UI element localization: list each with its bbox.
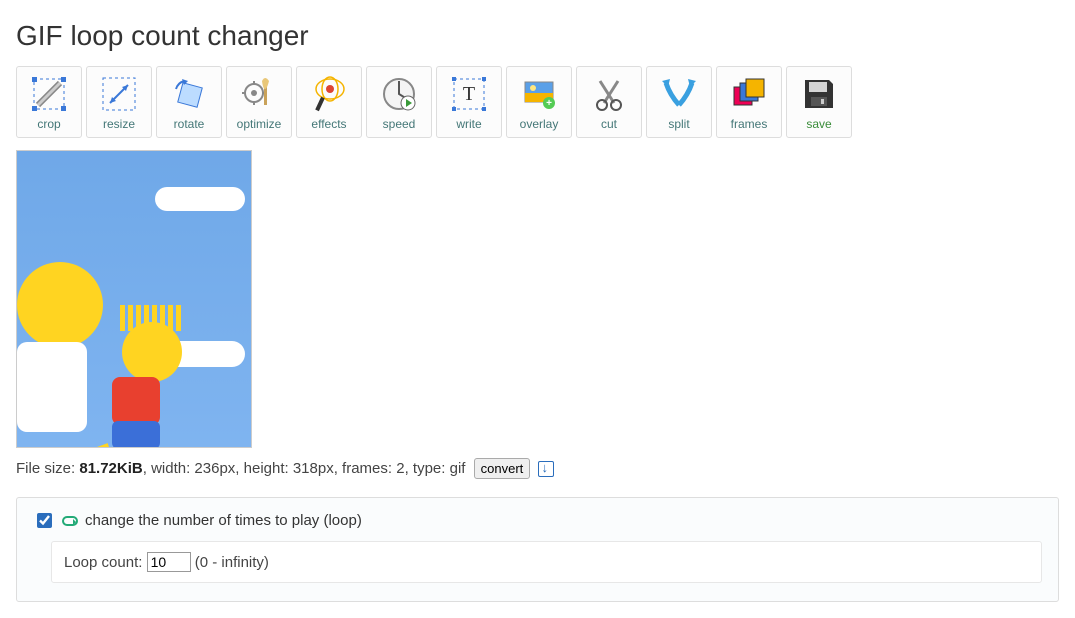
frames-button[interactable]: frames	[716, 66, 782, 138]
file-info: File size: 81.72KiB, width: 236px, heigh…	[16, 458, 1059, 479]
save-button[interactable]: save	[786, 66, 852, 138]
speed-button[interactable]: speed	[366, 66, 432, 138]
write-button[interactable]: T write	[436, 66, 502, 138]
crop-icon	[28, 73, 70, 115]
speed-label: speed	[383, 117, 416, 131]
rotate-label: rotate	[174, 117, 205, 131]
type-value: gif	[450, 460, 466, 477]
loop-hint: (0 - infinity)	[195, 554, 269, 571]
page-title: GIF loop count changer	[16, 20, 1059, 52]
overlay-icon: +	[518, 73, 560, 115]
effects-button[interactable]: effects	[296, 66, 362, 138]
cut-icon	[588, 73, 630, 115]
resize-label: resize	[103, 117, 135, 131]
size-value: 81.72KiB	[79, 460, 142, 477]
loop-count-label: Loop count:	[64, 554, 142, 571]
crop-label: crop	[37, 117, 60, 131]
split-icon	[658, 73, 700, 115]
crop-button[interactable]: crop	[16, 66, 82, 138]
svg-text:+: +	[546, 98, 552, 109]
effects-label: effects	[311, 117, 346, 131]
frames-icon	[728, 73, 770, 115]
loop-option-label: change the number of times to play (loop…	[85, 512, 362, 529]
cut-label: cut	[601, 117, 617, 131]
width-value: 236px	[194, 460, 235, 477]
frames-label: frames	[731, 117, 768, 131]
optimize-icon	[238, 73, 280, 115]
overlay-button[interactable]: + overlay	[506, 66, 572, 138]
rotate-icon	[168, 73, 210, 115]
split-button[interactable]: split	[646, 66, 712, 138]
write-icon: T	[448, 73, 490, 115]
size-label: File size:	[16, 460, 79, 477]
height-value: 318px	[293, 460, 334, 477]
overlay-label: overlay	[520, 117, 559, 131]
optimize-label: optimize	[237, 117, 282, 131]
loop-subpanel: Loop count: (0 - infinity)	[51, 541, 1042, 583]
type-label: , type:	[405, 460, 450, 477]
height-label: , height:	[235, 460, 293, 477]
resize-icon	[98, 73, 140, 115]
rotate-button[interactable]: rotate	[156, 66, 222, 138]
save-icon	[798, 73, 840, 115]
loop-checkbox[interactable]	[37, 513, 52, 528]
convert-button[interactable]: convert	[474, 458, 531, 479]
loop-panel: change the number of times to play (loop…	[16, 497, 1059, 602]
cut-button[interactable]: cut	[576, 66, 642, 138]
split-label: split	[668, 117, 689, 131]
frames-value: 2	[396, 460, 404, 477]
loop-icon	[62, 516, 78, 526]
toolbar: crop resize rotate	[16, 66, 1059, 138]
optimize-button[interactable]: optimize	[226, 66, 292, 138]
download-icon[interactable]	[538, 461, 554, 477]
speed-icon	[378, 73, 420, 115]
frames-label: , frames:	[334, 460, 397, 477]
write-label: write	[456, 117, 481, 131]
effects-icon	[308, 73, 350, 115]
width-label: , width:	[143, 460, 195, 477]
gif-preview	[16, 150, 252, 448]
resize-button[interactable]: resize	[86, 66, 152, 138]
save-label: save	[806, 117, 831, 131]
svg-text:T: T	[463, 83, 475, 105]
loop-count-input[interactable]	[147, 552, 191, 572]
